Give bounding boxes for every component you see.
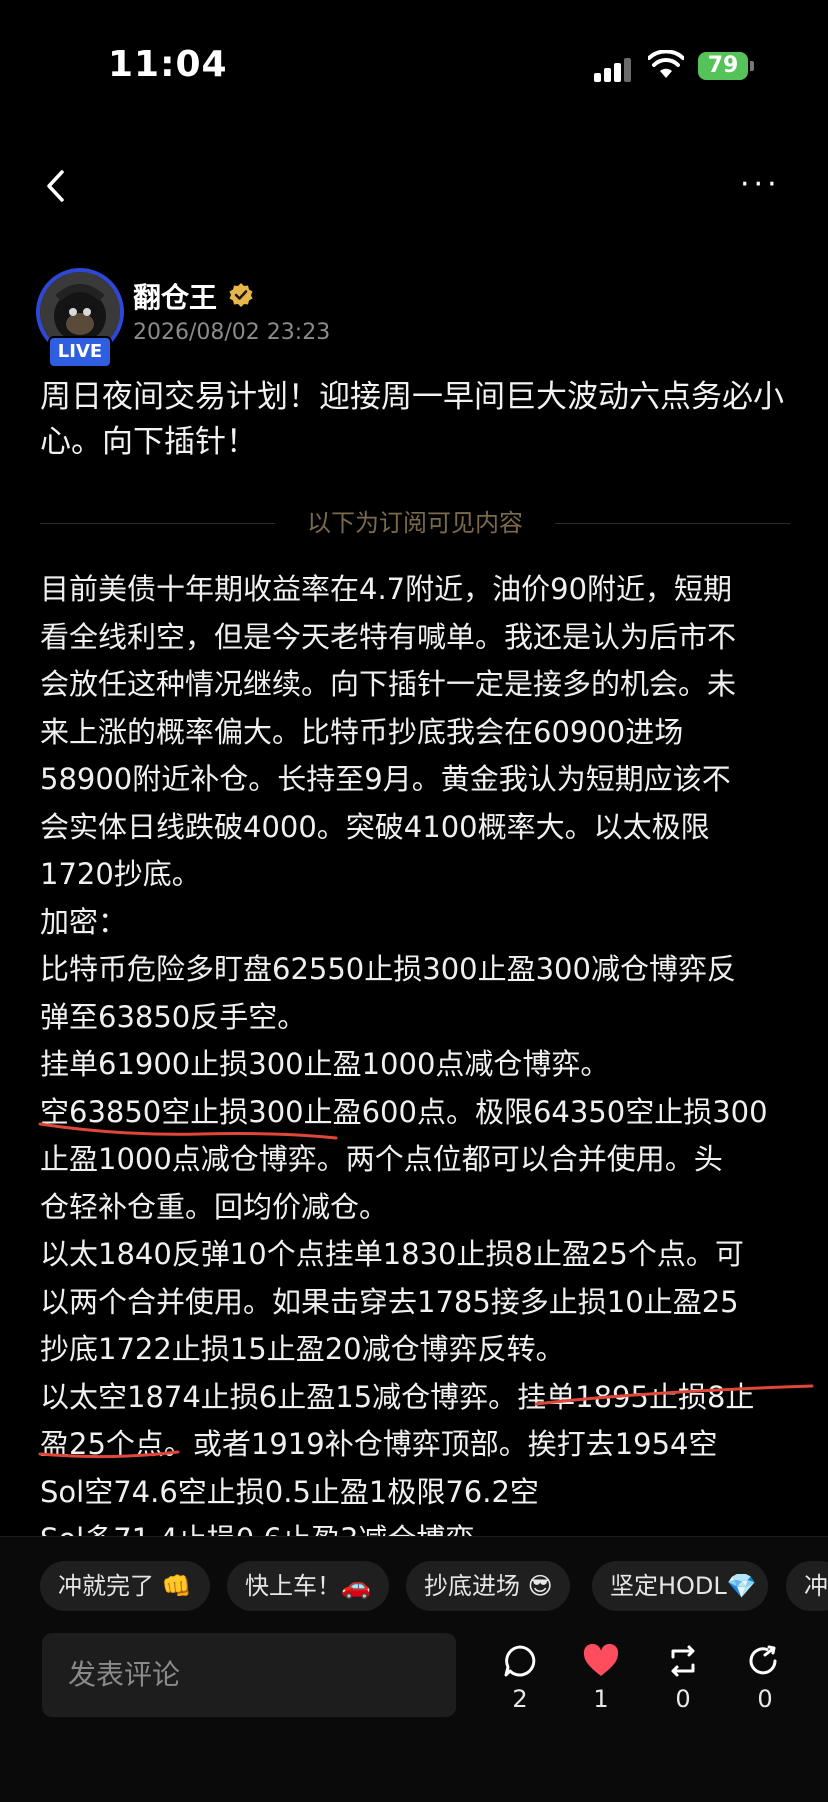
- cellular-signal-icon: [594, 56, 634, 82]
- battery-icon: 79: [698, 52, 748, 80]
- quick-reply-chip[interactable]: 抄底进场 😎: [406, 1561, 570, 1611]
- status-bar: 11:04 79: [0, 0, 828, 130]
- comment-count: 2: [512, 1685, 528, 1713]
- body-line: 以两个合并使用。如果击穿去1785接多止损10止盈25: [40, 1284, 739, 1319]
- subscription-divider: 以下为订阅可见内容: [40, 508, 790, 538]
- body-line: 会实体日线跌破4000。突破4100概率大。以太极限: [40, 809, 710, 844]
- heart-icon: [583, 1643, 619, 1676]
- divider-text: 以下为订阅可见内容: [307, 509, 523, 537]
- repost-icon: [671, 1645, 695, 1677]
- body-line: 会放任这种情况继续。向下插针一定是接多的机会。未: [40, 667, 737, 701]
- headline-line: 心。向下插针！: [40, 424, 257, 460]
- battery-level: 79: [707, 53, 739, 78]
- body-line: 弹至63850反手空。: [40, 999, 307, 1034]
- body-line: 目前美债十年期收益率在4.7附近，油价90附近，短期: [40, 572, 733, 606]
- more-options-button[interactable]: ···: [740, 170, 788, 200]
- chevron-left-icon[interactable]: [40, 166, 70, 206]
- wifi-icon: [648, 50, 684, 78]
- body-line: 1720抄底。: [40, 857, 201, 891]
- body-line: 仓轻补仓重。回均价减仓。: [40, 1189, 389, 1224]
- body-line: 以太1840反弹10个点挂单1830止损8止盈25个点。可: [40, 1237, 744, 1271]
- repost-button[interactable]: 0: [653, 1643, 713, 1713]
- body-line: 抄底1722止损15止盈20减仓博弈反转。: [40, 1332, 565, 1366]
- comment-input[interactable]: 发表评论: [42, 1633, 456, 1717]
- share-count: 0: [757, 1685, 773, 1713]
- body-line: 以太空1874止损6止盈15减仓博弈。挂单1895止损8止: [40, 1379, 755, 1414]
- quick-reply-chip[interactable]: 快上车！🚗: [227, 1561, 389, 1611]
- comment-icon: [504, 1645, 536, 1677]
- like-count: 1: [593, 1685, 609, 1713]
- share-icon: [749, 1645, 777, 1675]
- post-datetime: 2026/08/02 23:23: [133, 320, 331, 345]
- body-line: 看全线利空，但是今天老特有喊单。我还是认为后市不: [40, 619, 737, 654]
- body-line: 空63850空止损300止盈600点。极限64350空止损300: [40, 1094, 768, 1129]
- quick-reply-chip[interactable]: 冲就完了 👊: [40, 1561, 210, 1611]
- body-line: 挂单61900止损300止盈1000点减仓博弈。: [40, 1047, 610, 1081]
- quick-reply-chip[interactable]: 坚定HODL💎: [592, 1561, 768, 1611]
- verified-badge-icon: [229, 283, 253, 307]
- live-badge: LIVE: [48, 336, 112, 368]
- body-line: 来上涨的概率偏大。比特币抄底我会在60900进场: [40, 714, 684, 749]
- comment-button[interactable]: 2: [490, 1643, 550, 1713]
- body-line: 比特币危险多盯盘62550止损300止盈300减仓博弈反: [40, 952, 736, 986]
- post-body: 目前美债十年期收益率在4.7附近，油价90附近，短期 看全线利空，但是今天老特有…: [40, 566, 800, 1564]
- body-line: Sol空74.6空止损0.5止盈1极限76.2空: [40, 1474, 539, 1509]
- body-line: 止盈1000点减仓博弈。两个点位都可以合并使用。头: [40, 1142, 723, 1176]
- headline-line: 周日夜间交易计划！迎接周一早间巨大波动六点务必小: [40, 379, 784, 415]
- author-name[interactable]: 翻仓王: [133, 276, 217, 316]
- post-headline: 周日夜间交易计划！迎接周一早间巨大波动六点务必小 心。向下插针！: [40, 375, 800, 465]
- body-line: 盈25个点。或者1919补仓博弈顶部。挨打去1954空: [40, 1427, 718, 1461]
- repost-count: 0: [675, 1685, 691, 1713]
- battery-tip: [750, 61, 754, 71]
- body-line: 58900附近补仓。长持至9月。黄金我认为短期应该不: [40, 762, 731, 796]
- body-line: 加密：: [40, 904, 128, 939]
- share-button[interactable]: 0: [735, 1643, 795, 1713]
- bottom-bar: 冲就完了 👊 快上车！🚗 抄底进场 😎 坚定HODL💎 冲 发表评论 2 1 0…: [0, 1536, 828, 1802]
- status-time: 11:04: [108, 44, 228, 85]
- like-button[interactable]: 1: [571, 1643, 631, 1713]
- quick-reply-chip[interactable]: 冲: [786, 1561, 828, 1611]
